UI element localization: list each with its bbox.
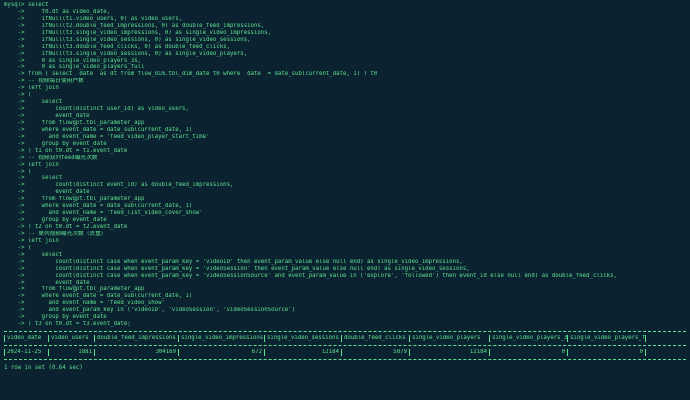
sql-line: -> ) t1 on t0.dt = t1.event_date (4, 147, 128, 154)
sql-line: -> event_date (4, 113, 90, 119)
sql-line: -> ( (4, 244, 32, 251)
mysql-prompt-line: mysql> select (4, 2, 49, 8)
sql-line: -> count(distinct case when event_param_… (4, 258, 463, 265)
sql-line: -> ifNull(t3.double_feed_clicks, 0) as d… (4, 43, 230, 50)
sql-line: -> ifNull(t3.single_video_sessions, 0) a… (4, 36, 251, 43)
sql-line: -> ifNull(t2.double_feed_impressions, 0)… (4, 22, 265, 29)
sql-line: -> and event_name = 'feed_video_player_s… (4, 133, 210, 140)
sql-line: -> and event_name = 'feed_list_video_cov… (4, 210, 203, 217)
sql-line: -> from flowgpt.tbl_parameter_app (4, 196, 145, 203)
sql-line: -> select (4, 99, 63, 106)
sql-line: -> select (4, 251, 63, 258)
sql-line: -> left join (4, 161, 59, 168)
sql-line: -> -- 单列视频曝光次数（去重） (4, 230, 107, 237)
sql-line: -> ifNull(t3.single_video_sessions, 0) a… (4, 50, 248, 57)
sql-line: -> group by event_date (4, 140, 107, 147)
table-border-bottom (4, 353, 686, 360)
terminal-window[interactable]: mysql> select -> t0.dt as video_date, ->… (0, 0, 690, 400)
sql-line: -> group by event_date (4, 217, 107, 224)
sql-line: -> ) t2 on t0.dt = t2.event_date (4, 224, 128, 230)
sql-line: -> ifNull(t1.video_users, 0) as video_us… (4, 15, 183, 22)
sql-line: -> count(distinct case when event_param_… (4, 272, 617, 279)
sql-line: -> t0.dt as video_date, (4, 8, 111, 15)
sql-line: -> ( (4, 92, 32, 99)
sql-line: -> where event_date = date_sub(current_d… (4, 293, 193, 300)
sql-line: -> ifNull(t3.single_video_impressions, 0… (4, 29, 272, 36)
sql-line: -> count(distinct case when event_param_… (4, 265, 470, 272)
sql-line: -> from flowgpt.tbl_parameter_app (4, 286, 145, 293)
sql-line: -> 0 as single_video_players_full (4, 64, 145, 71)
sql-line: -> and event_param_key in ('videoID', 'v… (4, 307, 296, 314)
sql-line: -> -- 视频每日使用户数 (4, 78, 84, 85)
table-border-mid (4, 339, 686, 346)
sql-line: -> count(distinct event_id) as double_fe… (4, 182, 234, 189)
sql-line: -> 0 as single_video_players_3s, (4, 57, 141, 64)
sql-line: -> group by event_date (4, 314, 107, 321)
sql-line: -> event_date (4, 279, 90, 286)
table-border-top (4, 325, 686, 332)
sql-line: -> select (4, 175, 63, 182)
result-summary: 1 row in set (0.64 sec) (4, 364, 83, 371)
sql-line: -> left join (4, 237, 59, 244)
sql-query-text: mysql> select -> t0.dt as video_date, ->… (4, 2, 686, 328)
sql-line: -> -- 视频双列feed曝光次数 (4, 154, 98, 161)
sql-line: -> count(distinct user_id) as video_user… (4, 106, 189, 113)
sql-line: -> from flowgpt.tbl_parameter_app (4, 119, 145, 126)
sql-line: -> and event_name = 'feed_video_show' (4, 300, 165, 307)
sql-line: -> from ( select `date` as dt from flow_… (4, 71, 378, 78)
sql-line: -> where event_date = date_sub(current_d… (4, 126, 193, 133)
sql-line: -> event_date (4, 189, 90, 196)
sql-line: -> ( (4, 168, 32, 175)
sql-line: -> left join (4, 85, 59, 92)
sql-line: -> where event_date = date_sub(current_d… (4, 203, 193, 210)
result-table: video_date video_users double_feed_impress… (4, 328, 686, 363)
